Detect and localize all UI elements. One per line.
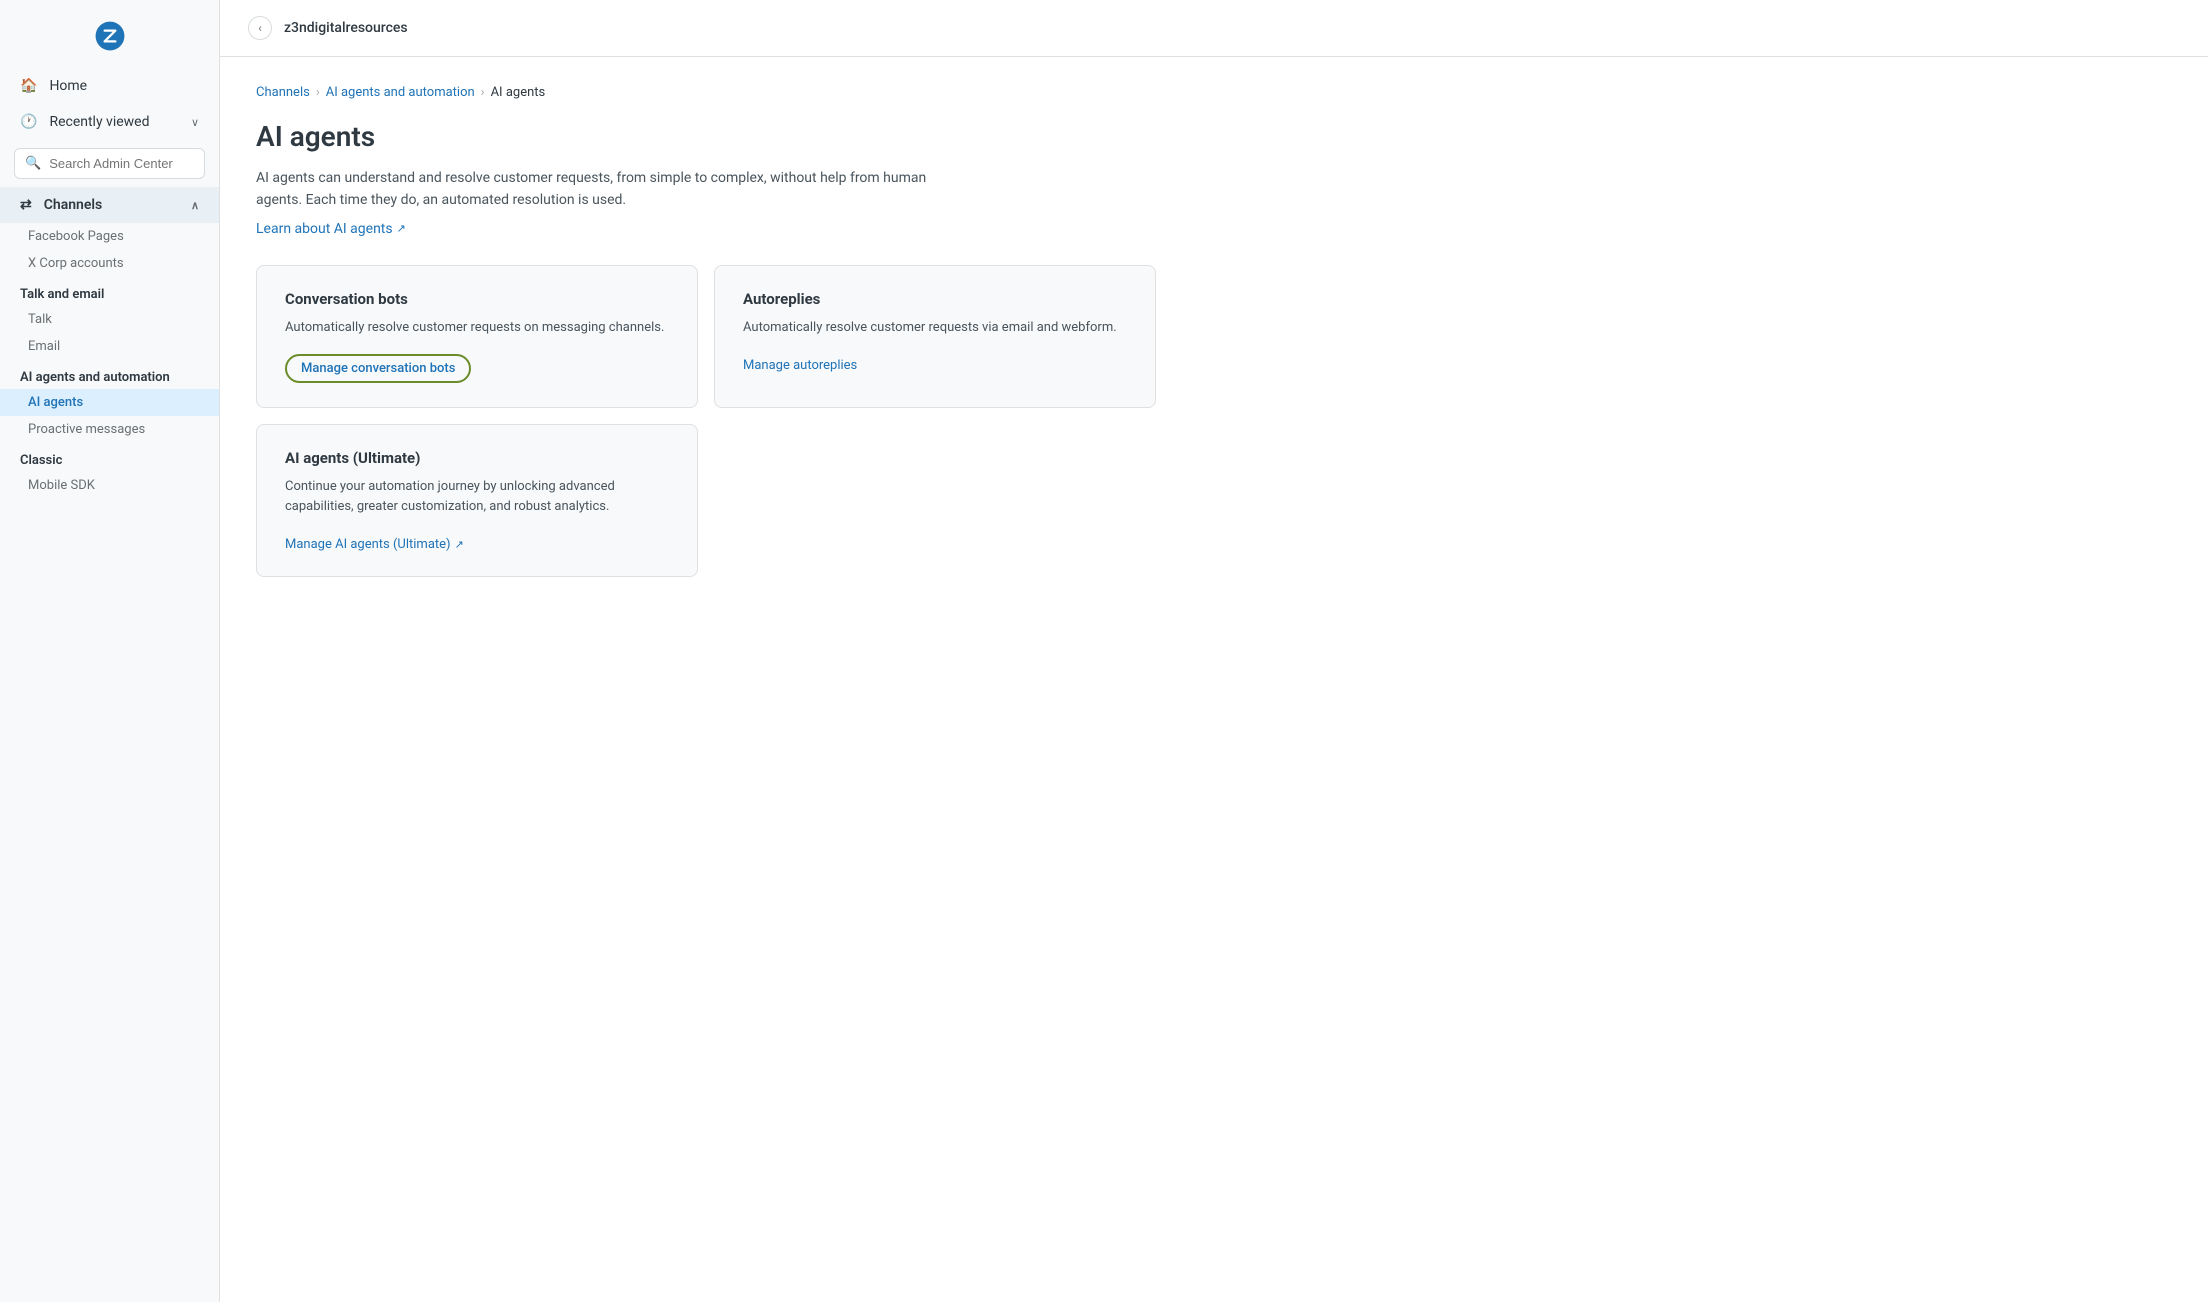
sidebar: 🏠 Home 🕐 Recently viewed ∨ 🔍 ⇄ Channels … bbox=[0, 0, 220, 1302]
sidebar-item-home-label: Home bbox=[49, 78, 87, 94]
sidebar-item-recently-viewed-label: Recently viewed bbox=[49, 114, 149, 130]
breadcrumb-item-ai-agents-automation[interactable]: AI agents and automation bbox=[326, 85, 475, 100]
sidebar-item-talk[interactable]: Talk bbox=[0, 306, 219, 333]
card-autoreplies-title: Autoreplies bbox=[743, 290, 1127, 308]
breadcrumb-item-current: AI agents bbox=[491, 85, 546, 100]
sidebar-item-mobile-sdk[interactable]: Mobile SDK bbox=[0, 472, 219, 499]
sidebar-item-home[interactable]: 🏠 Home bbox=[0, 68, 219, 104]
home-icon: 🏠 bbox=[20, 78, 37, 94]
sidebar-section-channels[interactable]: ⇄ Channels ∧ bbox=[0, 187, 219, 223]
card-ai-agents-ultimate-desc: Continue your automation journey by unlo… bbox=[285, 477, 669, 517]
external-link-icon-ultimate: ↗ bbox=[455, 538, 464, 551]
search-container: 🔍 bbox=[14, 148, 205, 179]
card-conversation-bots: Conversation bots Automatically resolve … bbox=[256, 265, 698, 408]
manage-ai-agents-ultimate-link[interactable]: Manage AI agents (Ultimate) ↗ bbox=[285, 537, 464, 552]
content-area: Channels › AI agents and automation › AI… bbox=[220, 57, 2208, 1302]
cards-grid: Conversation bots Automatically resolve … bbox=[256, 265, 1156, 577]
breadcrumb-sep-1: › bbox=[316, 85, 320, 100]
manage-autoreplies-link[interactable]: Manage autoreplies bbox=[743, 358, 857, 373]
sidebar-item-recently-viewed[interactable]: 🕐 Recently viewed ∨ bbox=[0, 104, 219, 140]
sidebar-section-ai-agents: AI agents and automation bbox=[0, 360, 219, 389]
sidebar-section-talk-email: Talk and email bbox=[0, 277, 219, 306]
card-autoreplies: Autoreplies Automatically resolve custom… bbox=[714, 265, 1156, 408]
card-ai-agents-ultimate: AI agents (Ultimate) Continue your autom… bbox=[256, 424, 698, 577]
sidebar-item-proactive-messages[interactable]: Proactive messages bbox=[0, 416, 219, 443]
manage-conversation-bots-link[interactable]: Manage conversation bots bbox=[285, 354, 471, 383]
page-title: AI agents bbox=[256, 120, 2172, 153]
card-ai-agents-ultimate-title: AI agents (Ultimate) bbox=[285, 449, 669, 467]
account-name: z3ndigitalresources bbox=[284, 20, 408, 36]
channels-label: Channels bbox=[44, 197, 103, 213]
breadcrumb-sep-2: › bbox=[481, 85, 485, 100]
page-description: AI agents can understand and resolve cus… bbox=[256, 167, 936, 212]
card-conversation-bots-title: Conversation bots bbox=[285, 290, 669, 308]
channels-icon: ⇄ bbox=[20, 197, 32, 213]
search-icon: 🔍 bbox=[25, 156, 41, 171]
sidebar-item-facebook-pages[interactable]: Facebook Pages bbox=[0, 223, 219, 250]
sidebar-item-x-corp-accounts[interactable]: X Corp accounts bbox=[0, 250, 219, 277]
learn-about-ai-agents-link[interactable]: Learn about AI agents ↗ bbox=[256, 221, 406, 237]
top-bar: ‹ z3ndigitalresources bbox=[220, 0, 2208, 57]
sidebar-item-ai-agents[interactable]: AI agents bbox=[0, 389, 219, 416]
clock-icon: 🕐 bbox=[20, 114, 37, 130]
external-link-icon: ↗ bbox=[397, 222, 406, 235]
logo bbox=[0, 0, 219, 68]
collapse-sidebar-button[interactable]: ‹ bbox=[248, 16, 272, 40]
search-input[interactable] bbox=[49, 156, 194, 171]
sidebar-section-classic: Classic bbox=[0, 443, 219, 472]
chevron-down-icon: ∨ bbox=[191, 116, 199, 129]
collapse-icon: ‹ bbox=[258, 21, 262, 35]
breadcrumb: Channels › AI agents and automation › AI… bbox=[256, 85, 2172, 100]
sidebar-item-email[interactable]: Email bbox=[0, 333, 219, 360]
card-conversation-bots-desc: Automatically resolve customer requests … bbox=[285, 318, 669, 338]
card-autoreplies-desc: Automatically resolve customer requests … bbox=[743, 318, 1127, 338]
main-area: ‹ z3ndigitalresources Channels › AI agen… bbox=[220, 0, 2208, 1302]
chevron-up-icon: ∧ bbox=[191, 199, 199, 212]
breadcrumb-item-channels[interactable]: Channels bbox=[256, 85, 310, 100]
